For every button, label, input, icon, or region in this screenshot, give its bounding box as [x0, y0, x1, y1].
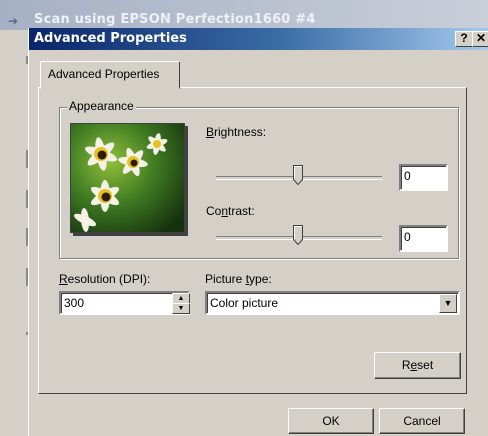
tab-label: Advanced Properties: [48, 67, 160, 81]
picture-type-label: Picture type:: [205, 272, 272, 286]
help-icon[interactable]: ?: [455, 31, 473, 47]
dialog-title: Advanced Properties: [34, 31, 187, 46]
spin-down-icon[interactable]: ▼: [172, 303, 190, 314]
resolution-input[interactable]: 300: [59, 291, 190, 315]
tab-panel: Appearance Brightness: 0 Contrast: 0 Res…: [38, 87, 467, 394]
brightness-label: Brightness:: [206, 125, 267, 139]
background-title-bar: ➔ Scan using EPSON Perfection1660 #4: [0, 0, 488, 30]
scanner-icon: ➔: [8, 14, 19, 28]
appearance-group: Appearance Brightness: 0 Contrast: 0: [59, 99, 459, 259]
brightness-slider-thumb[interactable]: [293, 165, 303, 185]
dialog-title-bar[interactable]: Advanced Properties ? ✕: [29, 28, 488, 50]
reset-button[interactable]: Reset: [374, 352, 461, 379]
contrast-input[interactable]: 0: [399, 225, 448, 252]
background-window-title: Scan using EPSON Perfection1660 #4: [34, 12, 316, 27]
chevron-down-icon[interactable]: ▼: [439, 294, 457, 313]
contrast-slider-thumb[interactable]: [293, 225, 303, 245]
resolution-label: Resolution (DPI):: [59, 272, 151, 286]
appearance-legend: Appearance: [67, 99, 136, 113]
close-icon[interactable]: ✕: [472, 31, 488, 47]
preview-image: [70, 123, 185, 233]
contrast-label: Contrast:: [206, 204, 255, 218]
picture-type-select[interactable]: Color picture ▼: [205, 291, 460, 315]
advanced-properties-dialog: Advanced Properties ? ✕ Advanced Propert…: [28, 28, 488, 436]
brightness-input[interactable]: 0: [399, 164, 448, 191]
ok-button[interactable]: OK: [288, 408, 374, 434]
tab-advanced-properties[interactable]: Advanced Properties: [40, 61, 180, 89]
cancel-button[interactable]: Cancel: [379, 408, 465, 434]
